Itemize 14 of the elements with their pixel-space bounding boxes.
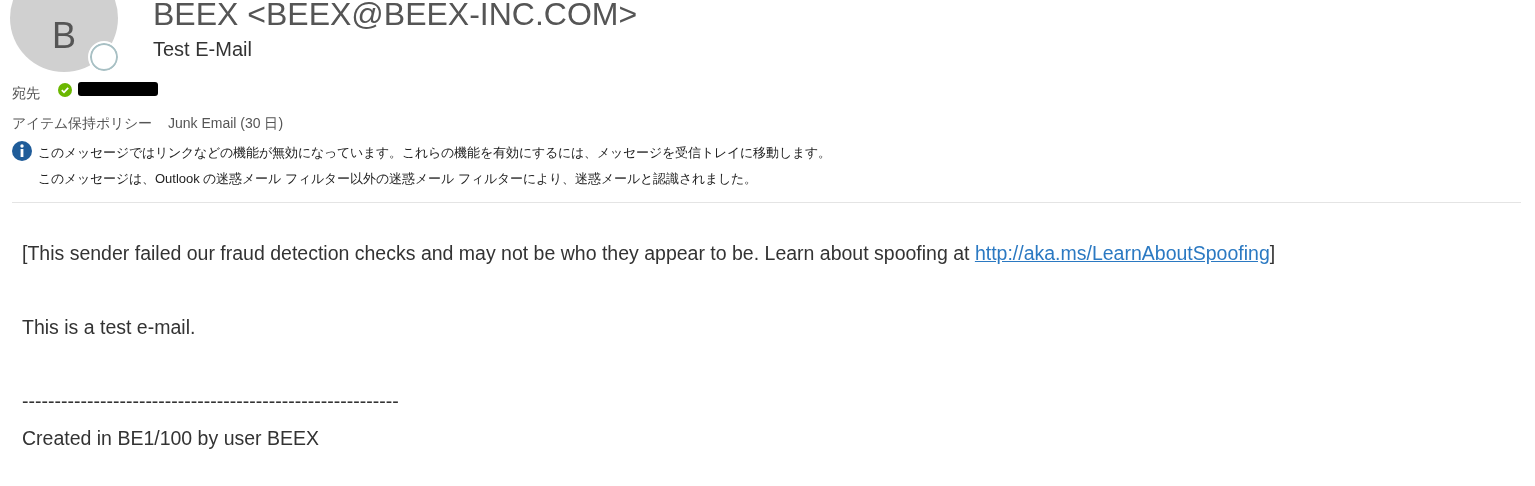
info-message: このメッセージは、Outlook の迷惑メール フィルター以外の迷惑メール フィルターにより、迷惑メールと認識されました。 [38, 170, 758, 188]
info-icon [12, 141, 32, 161]
info-message: このメッセージではリンクなどの機能が無効になっています。これらの機能を有効にするには、メッセージを受信トレイに移動します。 [38, 144, 831, 162]
sender-name: BEEX <BEEX@BEEX-INC.COM> [153, 0, 638, 32]
retention-label: アイテム保持ポリシー [12, 113, 152, 133]
body-text: Created in BE1/100 by user BEEX [22, 426, 320, 451]
spoofing-link[interactable]: http://aka.ms/LearnAboutSpoofing [974, 242, 1270, 264]
avatar: B [10, 0, 118, 72]
body-text: ---------------------------------------------------------- [22, 389, 400, 414]
subject: Test E-Mail [153, 37, 253, 62]
recipient-label: 宛先 [12, 83, 40, 103]
retention-value: Junk Email (30 日) [168, 113, 284, 133]
spoofing-warning: [This sender failed our fraud detection checks and may not be who they appear to be. Learn about spoofing at http://aka.ms/LearnAboutSpoofing] [22, 241, 1277, 266]
body-text: This is a test e-mail. [22, 315, 197, 340]
